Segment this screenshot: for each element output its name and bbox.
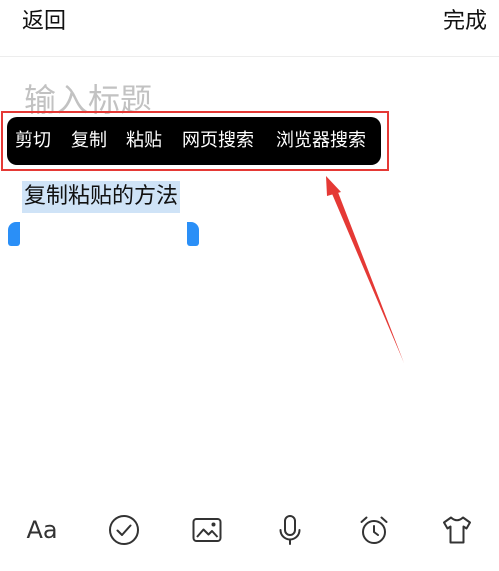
bottom-toolbar: Aa (0, 500, 499, 560)
voice-input-button[interactable] (270, 510, 310, 550)
menu-item-web-search[interactable]: 网页搜索 (182, 117, 254, 165)
done-button[interactable]: 完成 (443, 8, 487, 36)
menu-item-paste[interactable]: 粘贴 (126, 117, 162, 165)
header-divider (0, 56, 499, 57)
tshirt-icon (443, 516, 471, 544)
insert-image-button[interactable] (187, 510, 227, 550)
selection-end-handle[interactable] (187, 222, 199, 246)
selected-body-text[interactable]: 复制粘贴的方法 (22, 181, 181, 213)
text-format-button[interactable]: Aa (22, 510, 62, 550)
back-button[interactable]: 返回 (22, 8, 66, 36)
selection-start-handle[interactable] (8, 222, 20, 246)
menu-item-copy[interactable]: 复制 (71, 117, 107, 165)
reminder-button[interactable] (354, 510, 394, 550)
text-format-label: Aa (26, 516, 58, 544)
text-context-menu: 剪切 复制 粘贴 网页搜索 浏览器搜索 (7, 117, 381, 165)
check-icon (109, 515, 139, 545)
alarm-clock-icon (360, 516, 388, 544)
menu-item-browser-search[interactable]: 浏览器搜索 (276, 117, 366, 165)
top-bar: 返回 完成 (0, 0, 499, 52)
microphone-icon (279, 515, 301, 545)
image-icon (192, 518, 222, 542)
menu-item-cut[interactable]: 剪切 (15, 117, 51, 165)
theme-skin-button[interactable] (437, 510, 477, 550)
checklist-button[interactable] (104, 510, 144, 550)
